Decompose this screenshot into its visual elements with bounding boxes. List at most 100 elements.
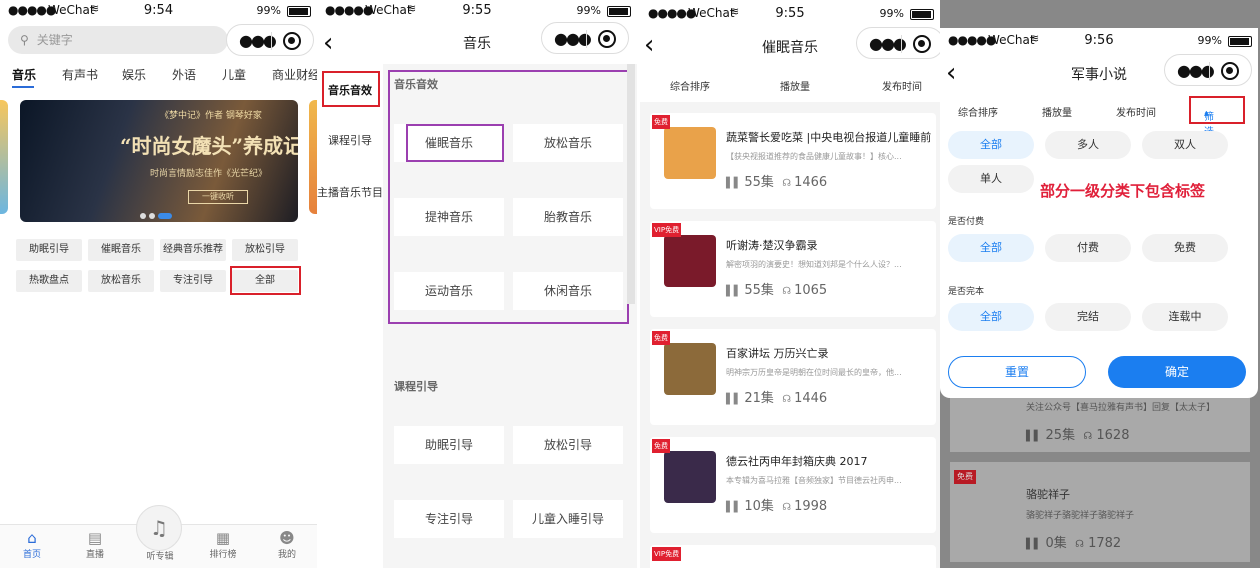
- chip-classic-music[interactable]: 经典音乐推荐: [160, 239, 226, 261]
- search-icon: ⚲: [20, 33, 29, 47]
- headphones-icon: ☊: [782, 394, 792, 405]
- section-title-course-guide: 课程引导: [394, 380, 438, 393]
- highlight-filter-toggle: [1189, 96, 1245, 124]
- chip-focus-guide[interactable]: 专注引导: [160, 270, 226, 292]
- more-icon[interactable]: ●●●: [869, 34, 907, 53]
- album-desc: 明神宗万历皇帝是明朝在位时间最长的皇帝，他...: [726, 368, 902, 377]
- album-card[interactable]: VIP免费 听谢涛·楚汉争霸录 解密项羽的演要史！想知道刘邦是个什么人设？...…: [650, 221, 936, 317]
- tab-children[interactable]: 儿童: [222, 66, 246, 83]
- sort-plays[interactable]: 播放量: [1042, 104, 1072, 119]
- waveform-icon: ▌▌: [726, 502, 742, 513]
- tabbar-home[interactable]: ⌂ 首页: [7, 529, 57, 560]
- promo-banner[interactable]: 《梦中记》作者 钢琴好家 “时尚女魔头”养成记 时尚言情励志佳作《光芒纪》 一键…: [20, 100, 298, 222]
- group-title-finished: 是否完本: [948, 287, 985, 297]
- finished-all[interactable]: 全部: [948, 303, 1034, 331]
- scrollbar[interactable]: [627, 64, 635, 304]
- item-relax-guide[interactable]: 放松引导: [513, 426, 623, 464]
- album-card[interactable]: 免费 德云社丙申年封箱庆典 2017 本专辑为喜马拉雅【音频独家】节目德云社丙申…: [650, 437, 936, 533]
- sort-default[interactable]: 综合排序: [958, 104, 998, 119]
- tabbar-album[interactable]: 听专辑: [135, 549, 185, 562]
- sort-bar: 综合排序 播放量 发布时间: [640, 66, 940, 102]
- miniprogram-capsule[interactable]: ●●●: [226, 24, 314, 56]
- sort-date[interactable]: 发布时间: [1116, 104, 1156, 119]
- album-title: 听谢涛·楚汉争霸录: [726, 239, 818, 252]
- battery-percent: 99%: [256, 4, 281, 17]
- banner-prev-peek[interactable]: [0, 100, 8, 214]
- banner-next-peek[interactable]: [309, 100, 317, 214]
- waveform-icon: ▌▌: [1026, 539, 1042, 550]
- item-child-sleep-guide[interactable]: 儿童入睡引导: [513, 500, 623, 538]
- close-miniprogram-icon[interactable]: [598, 30, 616, 48]
- tab-music[interactable]: 音乐: [12, 66, 36, 83]
- tabbar-live[interactable]: ▤ 直播: [70, 529, 120, 560]
- listen-album-center-icon[interactable]: ♫: [136, 505, 182, 551]
- album-card[interactable]: 免费 蔬菜警长爱吃菜 |中央电视台报道儿童睡前 【获央视报道推荐的食品健康儿童故…: [650, 113, 936, 209]
- tab-language[interactable]: 外语: [172, 66, 196, 83]
- chip-sleep-guide[interactable]: 助眠引导: [16, 239, 82, 261]
- search-placeholder: 关键字: [36, 33, 73, 47]
- search-input[interactable]: ⚲ 关键字: [8, 26, 228, 54]
- headphones-icon: ☊: [782, 502, 792, 513]
- chip-relax-music[interactable]: 放松音乐: [88, 270, 154, 292]
- miniprogram-capsule[interactable]: ●●●: [541, 22, 629, 54]
- user-icon: ☻: [279, 529, 295, 547]
- tabbar-mine[interactable]: ☻ 我的: [262, 529, 312, 560]
- close-miniprogram-icon[interactable]: [283, 32, 301, 50]
- album-title: 百家讲坛 万历兴亡录: [726, 347, 829, 360]
- price-badge: 免费: [652, 331, 670, 345]
- reset-button[interactable]: 重置: [948, 356, 1086, 388]
- bottom-tabbar: ♫ ⌂ 首页 ▤ 直播 听专辑 ▦ 排行榜 ☻ 我的: [0, 505, 317, 568]
- chip-relax-guide[interactable]: 放松引导: [232, 239, 298, 261]
- more-icon[interactable]: ●●●: [1177, 61, 1215, 80]
- banner-listen-button[interactable]: 一键收听: [188, 190, 248, 204]
- filter-sheet: ●●●●● WeChat ≋ 9:56 99% ‹ 军事小说 ●●● 综合排序 …: [940, 28, 1258, 398]
- finished-complete[interactable]: 完结: [1045, 303, 1131, 331]
- waveform-icon: ▌▌: [726, 286, 742, 297]
- album-meta: ▌▌ 25集 ☊ 1628: [1026, 428, 1130, 443]
- album-desc: 解密项羽的演要史！想知道刘邦是个什么人设？...: [726, 260, 902, 269]
- finished-ongoing[interactable]: 连载中: [1142, 303, 1228, 331]
- close-miniprogram-icon[interactable]: [1221, 62, 1239, 80]
- confirm-button[interactable]: 确定: [1108, 356, 1246, 388]
- category-sidebar: 音乐音效 课程引导 主播音乐节目: [317, 64, 383, 568]
- chip-hot-songs[interactable]: 热歌盘点: [16, 270, 82, 292]
- sidebar-item-host-music[interactable]: 主播音乐节目: [317, 184, 383, 200]
- filter-sheet-screen: 关注公众号【喜马拉雅有声书】回复【太太子】 ▌▌ 25集 ☊ 1628 免费 骆…: [940, 0, 1260, 568]
- price-badge: 免费: [652, 439, 670, 453]
- tab-entertainment[interactable]: 娱乐: [122, 66, 146, 83]
- tag-all[interactable]: 全部: [948, 131, 1034, 159]
- tag-multi[interactable]: 多人: [1045, 131, 1131, 159]
- battery-icon: [607, 6, 631, 17]
- paid-all[interactable]: 全部: [948, 234, 1034, 262]
- album-card[interactable]: 免费 百家讲坛 万历兴亡录 明神宗万历皇帝是明朝在位时间最长的皇帝，他... ▌…: [650, 329, 936, 425]
- highlight-hypnosis-item: [406, 124, 504, 162]
- status-bar: ●●●●● WeChat ≋ 9:54 99%: [0, 0, 317, 22]
- paid-paid[interactable]: 付费: [1045, 234, 1131, 262]
- album-cover: [664, 235, 716, 287]
- sidebar-item-course-guide[interactable]: 课程引导: [317, 132, 383, 148]
- paid-free[interactable]: 免费: [1142, 234, 1228, 262]
- tabbar-ranking[interactable]: ▦ 排行榜: [198, 529, 248, 560]
- more-icon[interactable]: ●●●: [554, 29, 592, 48]
- tag-duo[interactable]: 双人: [1142, 131, 1228, 159]
- tab-business[interactable]: 商业财经: [272, 66, 317, 83]
- more-icon[interactable]: ●●●: [239, 31, 277, 50]
- chip-hypnosis-music[interactable]: 催眠音乐: [88, 239, 154, 261]
- miniprogram-capsule[interactable]: ●●●: [1164, 54, 1252, 86]
- miniprogram-capsule[interactable]: ●●●: [856, 27, 940, 59]
- banner-small-text: 《梦中记》作者 钢琴好家: [160, 111, 262, 121]
- item-sleep-guide[interactable]: 助眠引导: [394, 426, 504, 464]
- sort-default[interactable]: 综合排序: [670, 78, 710, 93]
- album-meta: ▌▌ 55集 ☊ 1466: [726, 175, 828, 190]
- close-miniprogram-icon[interactable]: [913, 35, 931, 53]
- ranking-icon: ▦: [215, 529, 231, 547]
- battery-icon: [287, 6, 311, 17]
- sort-date[interactable]: 发布时间: [882, 78, 922, 93]
- tab-audiobook[interactable]: 有声书: [62, 66, 98, 83]
- status-bar: ●●●●● WeChat ≋ 9:55 99%: [640, 3, 940, 25]
- sort-plays[interactable]: 播放量: [780, 78, 810, 93]
- tag-solo[interactable]: 单人: [948, 165, 1034, 193]
- album-card[interactable]: VIP免费: [650, 545, 936, 568]
- item-focus-guide[interactable]: 专注引导: [394, 500, 504, 538]
- album-title: 蔬菜警长爱吃菜 |中央电视台报道儿童睡前: [726, 131, 932, 144]
